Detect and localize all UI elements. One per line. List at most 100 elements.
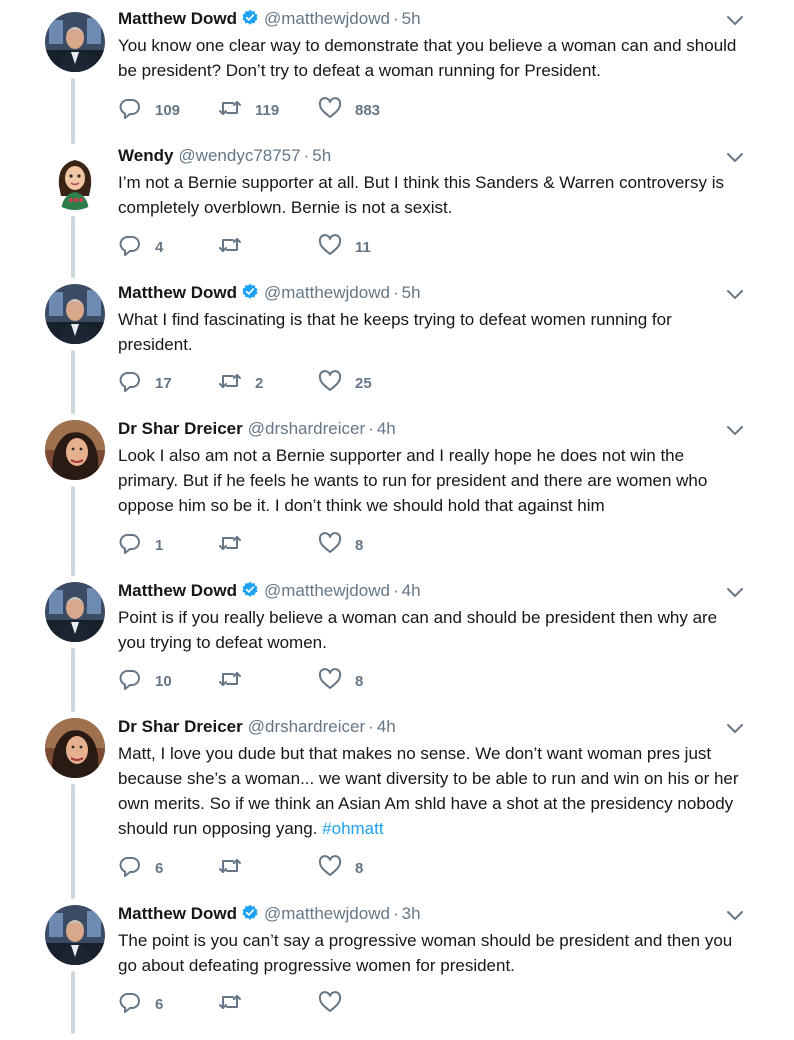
like-count: 25: [355, 374, 372, 392]
conversation-thread: Matthew Dowd @matthewjdowd · 5h You know one…: [0, 0, 794, 1040]
reply-button[interactable]: 10: [118, 669, 172, 693]
timestamp[interactable]: 5h: [402, 9, 421, 28]
reply-icon: [118, 990, 142, 1019]
author-handle[interactable]: @drshardreicer: [248, 419, 365, 438]
avatar[interactable]: [45, 420, 105, 480]
heart-icon: [318, 369, 342, 398]
like-button[interactable]: 8: [318, 854, 363, 880]
chevron-down-icon[interactable]: [726, 909, 744, 921]
author-name[interactable]: Matthew Dowd: [118, 581, 237, 600]
heart-icon: [318, 531, 342, 560]
like-button[interactable]: 8: [318, 531, 364, 560]
retweet-button[interactable]: [218, 856, 255, 880]
avatar[interactable]: [45, 718, 105, 778]
tweet-text: What I find fascinating is that he keeps…: [118, 307, 748, 357]
avatar[interactable]: [45, 582, 105, 642]
retweet-button[interactable]: 119: [218, 98, 279, 122]
tweet-header: Matthew Dowd @matthewjdowd · 5h: [118, 282, 421, 304]
reply-button[interactable]: 6: [118, 992, 163, 1016]
author-handle[interactable]: @matthewjdowd: [264, 283, 390, 302]
tweet[interactable]: Matthew Dowd @matthewjdowd · 5h You know one…: [0, 8, 794, 128]
tweet[interactable]: Wendy @wendyc78757 · 5h I’m not a Bernie sup…: [0, 145, 794, 265]
avatar[interactable]: [45, 284, 105, 344]
timestamp[interactable]: 4h: [377, 717, 396, 736]
hashtag-link[interactable]: #ohmatt: [322, 819, 383, 838]
verified-badge-icon: [237, 9, 259, 28]
reply-icon: [118, 369, 142, 398]
reply-button[interactable]: 109: [118, 98, 180, 122]
like-button[interactable]: 11: [318, 233, 371, 259]
author-handle[interactable]: @drshardreicer: [248, 717, 365, 736]
reply-count: 17: [155, 374, 172, 392]
tweet[interactable]: Dr Shar Dreicer @drshardreicer · 4h Look I a…: [0, 418, 794, 563]
reply-button[interactable]: 17: [118, 371, 172, 395]
like-button[interactable]: 8: [318, 667, 363, 696]
like-button[interactable]: 25: [318, 369, 372, 398]
author-name[interactable]: Matthew Dowd: [118, 283, 237, 302]
reply-count: 10: [155, 672, 172, 690]
reply-icon: [118, 233, 142, 262]
retweet-button[interactable]: [218, 669, 255, 693]
retweet-button[interactable]: [218, 235, 255, 259]
timestamp[interactable]: 3h: [402, 904, 421, 923]
timestamp[interactable]: 5h: [402, 283, 421, 302]
separator-dot: ·: [392, 9, 399, 28]
separator-dot: ·: [392, 283, 399, 302]
author-name[interactable]: Wendy: [118, 146, 173, 165]
retweet-icon: [218, 369, 242, 398]
retweet-icon: [218, 990, 242, 1019]
tweet[interactable]: Matthew Dowd @matthewjdowd · 3h The point is…: [0, 903, 794, 1022]
tweet-header: Matthew Dowd @matthewjdowd · 3h: [118, 903, 421, 925]
tweet-text: Matt, I love you dude but that makes no …: [118, 741, 748, 841]
reply-count: 6: [155, 995, 164, 1013]
tweet[interactable]: Matthew Dowd @matthewjdowd · 4h Point is if …: [0, 580, 794, 699]
tweet[interactable]: Matthew Dowd @matthewjdowd · 5h What I find …: [0, 282, 794, 401]
tweet-header: Matthew Dowd @matthewjdowd · 4h: [118, 580, 421, 602]
author-handle[interactable]: @matthewjdowd: [264, 904, 390, 923]
retweet-button[interactable]: [218, 992, 255, 1016]
separator-dot: ·: [392, 904, 399, 923]
heart-icon: [318, 96, 342, 125]
author-name[interactable]: Matthew Dowd: [118, 9, 237, 28]
author-handle[interactable]: @matthewjdowd: [264, 9, 390, 28]
separator-dot: ·: [368, 419, 374, 438]
avatar[interactable]: [45, 12, 105, 72]
tweet-body: Matt, I love you dude but that makes no …: [118, 744, 739, 838]
tweet-text: Look I also am not a Bernie supporter an…: [118, 443, 748, 518]
retweet-button[interactable]: 2: [218, 371, 263, 395]
chevron-down-icon[interactable]: [726, 722, 744, 734]
timestamp[interactable]: 4h: [402, 581, 421, 600]
reply-button[interactable]: 1: [118, 533, 163, 557]
separator-dot: ·: [368, 717, 374, 736]
avatar[interactable]: [45, 150, 105, 210]
reply-button[interactable]: 4: [118, 235, 163, 259]
verified-badge-icon: [237, 283, 259, 302]
author-name[interactable]: Dr Shar Dreicer: [118, 419, 243, 438]
tweet[interactable]: Dr Shar Dreicer @drshardreicer · 4h Matt, I …: [0, 716, 794, 886]
reply-count: 6: [155, 859, 164, 877]
author-handle[interactable]: @matthewjdowd: [264, 581, 390, 600]
tweet-body: Look I also am not a Bernie supporter an…: [118, 446, 708, 515]
like-button[interactable]: [318, 990, 355, 1019]
like-count: 8: [355, 536, 364, 554]
heart-icon: [318, 667, 342, 696]
reply-button[interactable]: 6: [118, 856, 163, 880]
tweet-header: Matthew Dowd @matthewjdowd · 5h: [118, 8, 421, 30]
reply-icon: [118, 96, 142, 125]
author-name[interactable]: Matthew Dowd: [118, 904, 237, 923]
author-handle[interactable]: @wendyc78757: [178, 146, 300, 165]
chevron-down-icon[interactable]: [726, 424, 744, 436]
tweet-text: You know one clear way to demonstrate th…: [118, 33, 748, 83]
chevron-down-icon[interactable]: [726, 586, 744, 598]
avatar[interactable]: [45, 905, 105, 965]
retweet-button[interactable]: [218, 533, 255, 557]
chevron-down-icon[interactable]: [726, 151, 744, 163]
reply-icon: [118, 531, 142, 560]
chevron-down-icon[interactable]: [726, 14, 744, 26]
like-button[interactable]: 883: [318, 96, 380, 125]
heart-icon: [318, 990, 342, 1019]
timestamp[interactable]: 4h: [377, 419, 396, 438]
chevron-down-icon[interactable]: [726, 288, 744, 300]
timestamp[interactable]: 5h: [312, 146, 331, 165]
author-name[interactable]: Dr Shar Dreicer: [118, 717, 243, 736]
